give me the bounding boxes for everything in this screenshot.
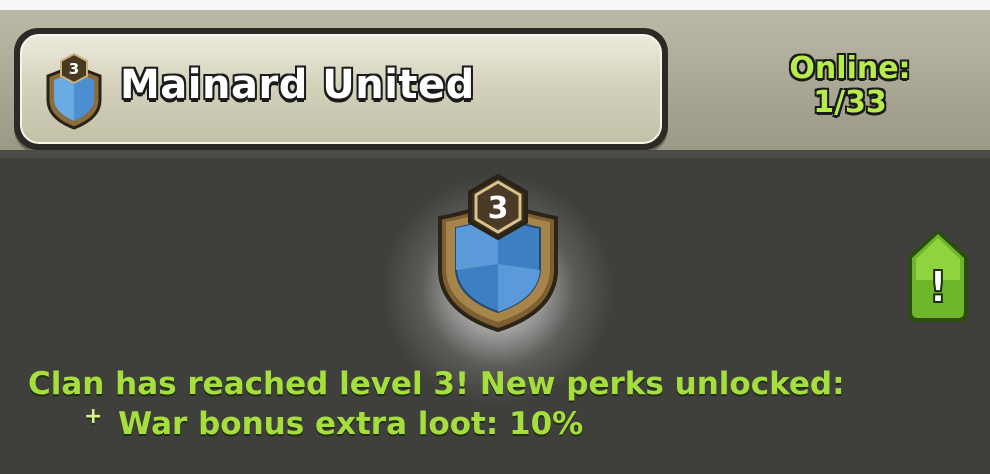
online-count: 1/33 [813, 85, 887, 120]
header-shadow [0, 150, 990, 158]
top-edge [0, 0, 990, 10]
perk-text: War bonus extra loot: 10% [118, 406, 584, 442]
clan-name-banner[interactable]: 3 Mainard United [14, 28, 668, 150]
exclamation-icon: ! [928, 262, 948, 313]
perk-bullet: + [84, 404, 103, 429]
clan-name: Mainard United [120, 62, 475, 108]
clan-level-badge-icon: 3 [438, 173, 558, 332]
level-up-message: Clan has reached level 3! New perks unlo… [28, 366, 845, 402]
clan-header: 3 Mainard United Online: 1/33 [0, 10, 990, 158]
alert-button[interactable]: ! [904, 228, 972, 324]
online-label: Online: [789, 51, 911, 86]
small-badge-level: 3 [69, 60, 79, 78]
big-badge-level: 3 [488, 191, 509, 226]
clan-name-banner-inner: 3 Mainard United [20, 34, 662, 144]
online-status: Online: 1/33 [760, 52, 940, 120]
clan-badge-icon: 3 [46, 52, 102, 130]
